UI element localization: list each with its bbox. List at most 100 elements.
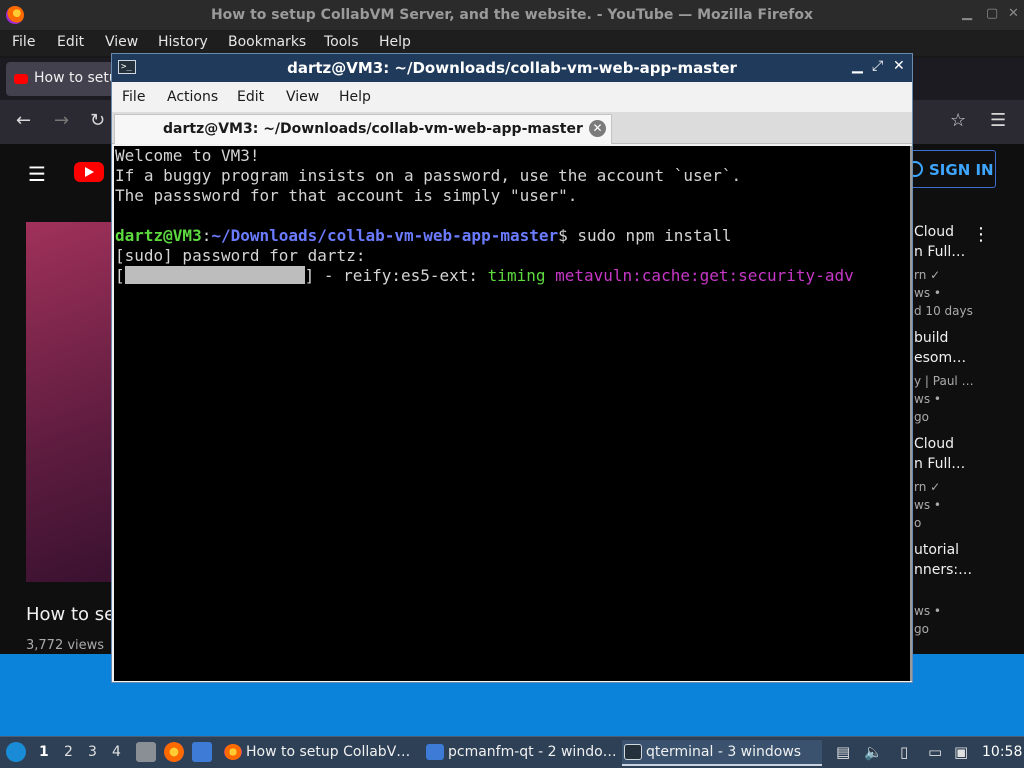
task-label: pcmanfm-qt - 2 windo… [448,744,617,760]
sidebar-text: go [914,622,929,636]
workspace-2[interactable]: 2 [64,744,73,760]
terminal-window-title: dartz@VM3: ~/Downloads/collab-vm-web-app… [287,59,737,77]
video-views: 3,772 views [26,638,105,653]
show-desktop-icon[interactable] [192,742,212,762]
progress-timing: timing [487,266,546,285]
video-title: How to set [26,604,123,625]
sidebar-text: ws • [914,392,941,406]
terminal-tabbar: dartz@VM3: ~/Downloads/collab-vm-web-app… [112,112,912,144]
maximize-icon[interactable]: ▢ [986,6,998,21]
back-icon[interactable]: ← [16,110,31,131]
video-player[interactable] [26,222,112,582]
sidebar-text: d 10 days [914,304,973,318]
firefox-launcher-icon[interactable] [164,742,184,762]
sidebar-text: go [914,410,929,424]
menu-help[interactable]: Help [379,34,411,50]
menu-view[interactable]: View [105,34,138,50]
menu-bookmarks[interactable]: Bookmarks [228,34,306,50]
more-options-icon[interactable]: ⋮ [972,224,990,245]
browser-tab-title: How to setu [34,70,118,86]
workspace-1[interactable]: 1 [39,744,49,760]
minimize-icon[interactable]: ▁ [852,58,863,74]
progress-status: ] - reify:es5-ext: [304,266,488,285]
sidebar-text[interactable]: Cloud [914,224,954,240]
sign-in-button[interactable]: SIGN IN [900,150,996,188]
sign-in-label: SIGN IN [929,161,994,179]
sidebar-text: rn ✓ [914,480,941,494]
terminal-menu-view[interactable]: View [286,89,319,105]
network-icon[interactable]: ▭ [928,743,942,761]
maximize-icon[interactable]: ⤢ [872,58,883,74]
firefox-window-title: How to setup CollabVM Server, and the we… [210,7,814,23]
terminal-prompt-line: dartz@VM3:~/Downloads/collab-vm-web-app-… [115,226,732,246]
workspace-3[interactable]: 3 [88,744,97,760]
sidebar-text[interactable]: utorial [914,542,959,558]
taskbar: 1 2 3 4 How to setup CollabV… pcmanfm-qt… [0,736,1024,768]
sidebar-text: ws • [914,498,941,512]
terminal-output[interactable]: Welcome to VM3! If a buggy program insis… [114,146,910,681]
terminal-line: [sudo] password for dartz: [115,246,366,265]
file-manager-launcher-icon[interactable] [136,742,156,762]
sidebar-text[interactable]: n Full… [914,244,965,260]
terminal-menu-file[interactable]: File [122,89,145,105]
terminal-window: >_ dartz@VM3: ~/Downloads/collab-vm-web-… [111,53,913,683]
sidebar-text[interactable]: esom… [914,350,966,366]
terminal-line: If a buggy program insists on a password… [115,166,742,185]
npm-progress-line: [ ] - reify:es5-ext: timing metavuln:cach… [115,266,854,286]
menu-edit[interactable]: Edit [57,34,84,50]
terminal-scrollbar[interactable] [910,146,912,681]
progress-open-bracket: [ [115,266,125,285]
firefox-icon [224,744,242,760]
reload-icon[interactable]: ↻ [90,110,105,131]
clipboard-tray-icon[interactable]: ▤ [836,743,850,761]
menu-tools[interactable]: Tools [324,34,359,50]
forward-icon[interactable]: → [54,110,69,131]
sidebar-text: rn ✓ [914,268,941,282]
close-icon[interactable]: ✕ [893,58,905,74]
prompt-user: dartz@VM3 [115,226,202,245]
sidebar-text: y | Paul … [914,374,974,388]
youtube-logo-icon[interactable] [74,162,104,182]
task-label: How to setup CollabV… [246,744,411,760]
terminal-tab[interactable]: dartz@VM3: ~/Downloads/collab-vm-web-app… [114,114,612,144]
hamburger-icon[interactable]: ☰ [28,162,46,186]
npm-progress-bar [124,266,305,284]
task-pcmanfm[interactable]: pcmanfm-qt - 2 windo… [424,740,620,766]
terminal-menu-edit[interactable]: Edit [237,89,264,105]
start-menu-icon[interactable] [6,742,26,762]
menu-history[interactable]: History [158,34,208,50]
close-icon[interactable]: ✕ [1008,6,1019,21]
terminal-tab-label: dartz@VM3: ~/Downloads/collab-vm-web-app… [163,121,583,137]
tab-close-icon[interactable]: ✕ [589,120,606,137]
notes-tray-icon[interactable]: ▯ [900,743,908,761]
sidebar-text: o [914,516,922,530]
terminal-titlebar[interactable]: >_ dartz@VM3: ~/Downloads/collab-vm-web-… [112,54,912,82]
progress-metavuln: metavuln:cache:get:security-adv [545,266,854,285]
task-qterminal[interactable]: qterminal - 3 windows [622,740,822,766]
prompt-path: ~/Downloads/collab-vm-web-app-master [211,226,559,245]
sidebar-text: ws • [914,604,941,618]
sidebar-text: ws • [914,286,941,300]
firefox-titlebar: How to setup CollabVM Server, and the we… [0,0,1024,30]
terminal-menubar: File Actions Edit View Help [112,82,912,112]
youtube-favicon-icon [14,74,28,84]
sidebar-text[interactable]: Cloud [914,436,954,452]
task-firefox[interactable]: How to setup CollabV… [222,740,420,766]
terminal-menu-actions[interactable]: Actions [167,89,218,105]
volume-icon[interactable]: 🔈 [864,743,883,761]
menu-file[interactable]: File [12,34,35,50]
clock[interactable]: 10:58 [982,744,1022,760]
workspace-4[interactable]: 4 [112,744,121,760]
bookmark-star-icon[interactable]: ☆ [950,110,966,131]
minimize-icon[interactable]: ▁ [962,6,972,21]
prompt-separator: : [201,226,212,245]
sidebar-text[interactable]: n Full… [914,456,965,472]
terminal-menu-help[interactable]: Help [339,89,371,105]
sidebar-text[interactable]: nners:… [914,562,972,578]
sidebar-text[interactable]: build [914,330,948,346]
app-menu-icon[interactable]: ☰ [990,110,1006,131]
update-tray-icon[interactable]: ▣ [954,743,968,761]
terminal-line: Welcome to VM3! [115,146,260,165]
folder-icon [426,744,444,760]
browser-tab[interactable]: How to setu [6,62,126,96]
